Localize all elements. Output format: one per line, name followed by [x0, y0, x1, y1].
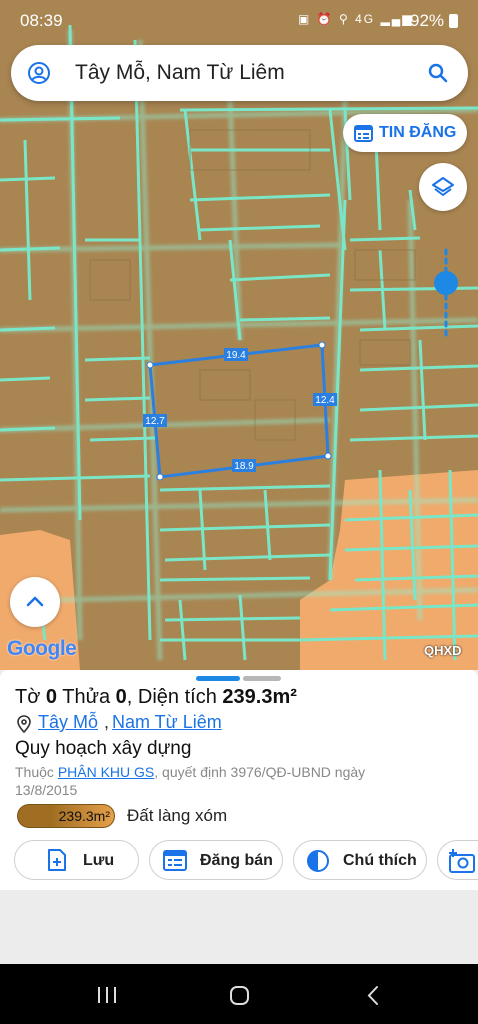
svg-text:18.9: 18.9	[234, 461, 254, 472]
calendar-icon	[163, 850, 187, 871]
listings-button[interactable]: TIN ĐĂNG	[343, 114, 467, 152]
pin-icon	[17, 715, 31, 733]
layer-code: QHXD	[424, 643, 462, 658]
chevron-up-icon	[26, 596, 44, 607]
area-badge: 239.3m²	[17, 804, 115, 828]
parcel-area: 239.3m²	[222, 686, 297, 708]
legend-icon	[307, 850, 329, 872]
expand-sheet-button[interactable]	[10, 577, 60, 627]
alarm-icon: ⏰	[316, 12, 334, 26]
parcel-number: 0	[115, 686, 127, 708]
calendar-icon	[354, 125, 373, 142]
dimension-label-bottom: 18.9	[232, 459, 256, 472]
add-photo-button[interactable]	[437, 840, 478, 880]
action-bar: Lưu Đăng bán Chú thích	[14, 840, 478, 880]
svg-text:19.4: 19.4	[226, 350, 246, 361]
land-type: Đất làng xóm	[127, 806, 228, 825]
dimension-label-left: 12.7	[143, 414, 167, 427]
network-type: 4G	[355, 12, 376, 26]
page-dot-active	[196, 676, 240, 681]
svg-text:12.4: 12.4	[315, 395, 335, 406]
signal-icon: ▂▄▆	[380, 12, 414, 26]
add-photo-icon	[449, 849, 475, 873]
search-icon[interactable]	[426, 61, 450, 85]
add-note-icon	[48, 849, 66, 871]
zone-link[interactable]: PHÂN KHU GS	[58, 764, 154, 780]
layers-icon	[432, 177, 454, 196]
back-icon[interactable]	[366, 985, 380, 1006]
opacity-slider[interactable]	[432, 245, 460, 340]
dimension-label-top: 19.4	[224, 348, 248, 361]
google-logo: Google	[7, 637, 77, 660]
legend-button[interactable]: Chú thích	[293, 840, 427, 880]
ward-link[interactable]: Tây Mỗ	[38, 712, 98, 733]
sheet-number: 0	[45, 686, 58, 708]
page-dot[interactable]	[243, 676, 281, 681]
slider-thumb	[434, 271, 458, 295]
clock: 08:39	[20, 11, 63, 30]
account-icon[interactable]	[27, 61, 51, 85]
status-icons: ▣ ⏰ ⚲ 4G ▂▄▆	[298, 12, 413, 26]
layers-button[interactable]	[419, 163, 467, 211]
info-sheet: Tờ 0 Thửa 0, Diện tích 239.3m² Tây Mỗ , …	[0, 670, 478, 890]
location-icon: ⚲	[338, 12, 350, 26]
post-sale-button[interactable]: Đăng bán	[149, 840, 283, 880]
svg-text:12.7: 12.7	[145, 416, 165, 427]
recent-apps-icon[interactable]	[96, 986, 118, 1004]
section-title: Quy hoạch xây dựng	[15, 738, 192, 759]
parcel-summary: Tờ 0 Thửa 0, Diện tích 239.3m²	[15, 686, 297, 708]
search-bar[interactable]: Tây Mỗ, Nam Từ Liêm	[11, 45, 468, 101]
dimension-label-right: 12.4	[313, 393, 337, 406]
home-icon[interactable]	[229, 985, 250, 1006]
battery-level: 92%	[410, 11, 445, 30]
listings-label: TIN ĐĂNG	[379, 124, 457, 141]
battery-icon	[449, 14, 458, 28]
system-nav-bar	[0, 964, 478, 1024]
status-bar: 08:39 ▣ ⏰ ⚲ 4G ▂▄▆ 92%	[0, 0, 478, 40]
save-button[interactable]: Lưu	[14, 840, 139, 880]
decision-text: Thuộc PHÂN KHU GS, quyết định 3976/QĐ-UB…	[15, 764, 366, 798]
search-title[interactable]: Tây Mỗ, Nam Từ Liêm	[75, 61, 285, 85]
district-link[interactable]: Nam Từ Liêm	[112, 712, 222, 733]
notification-icon: ▣	[298, 12, 312, 26]
